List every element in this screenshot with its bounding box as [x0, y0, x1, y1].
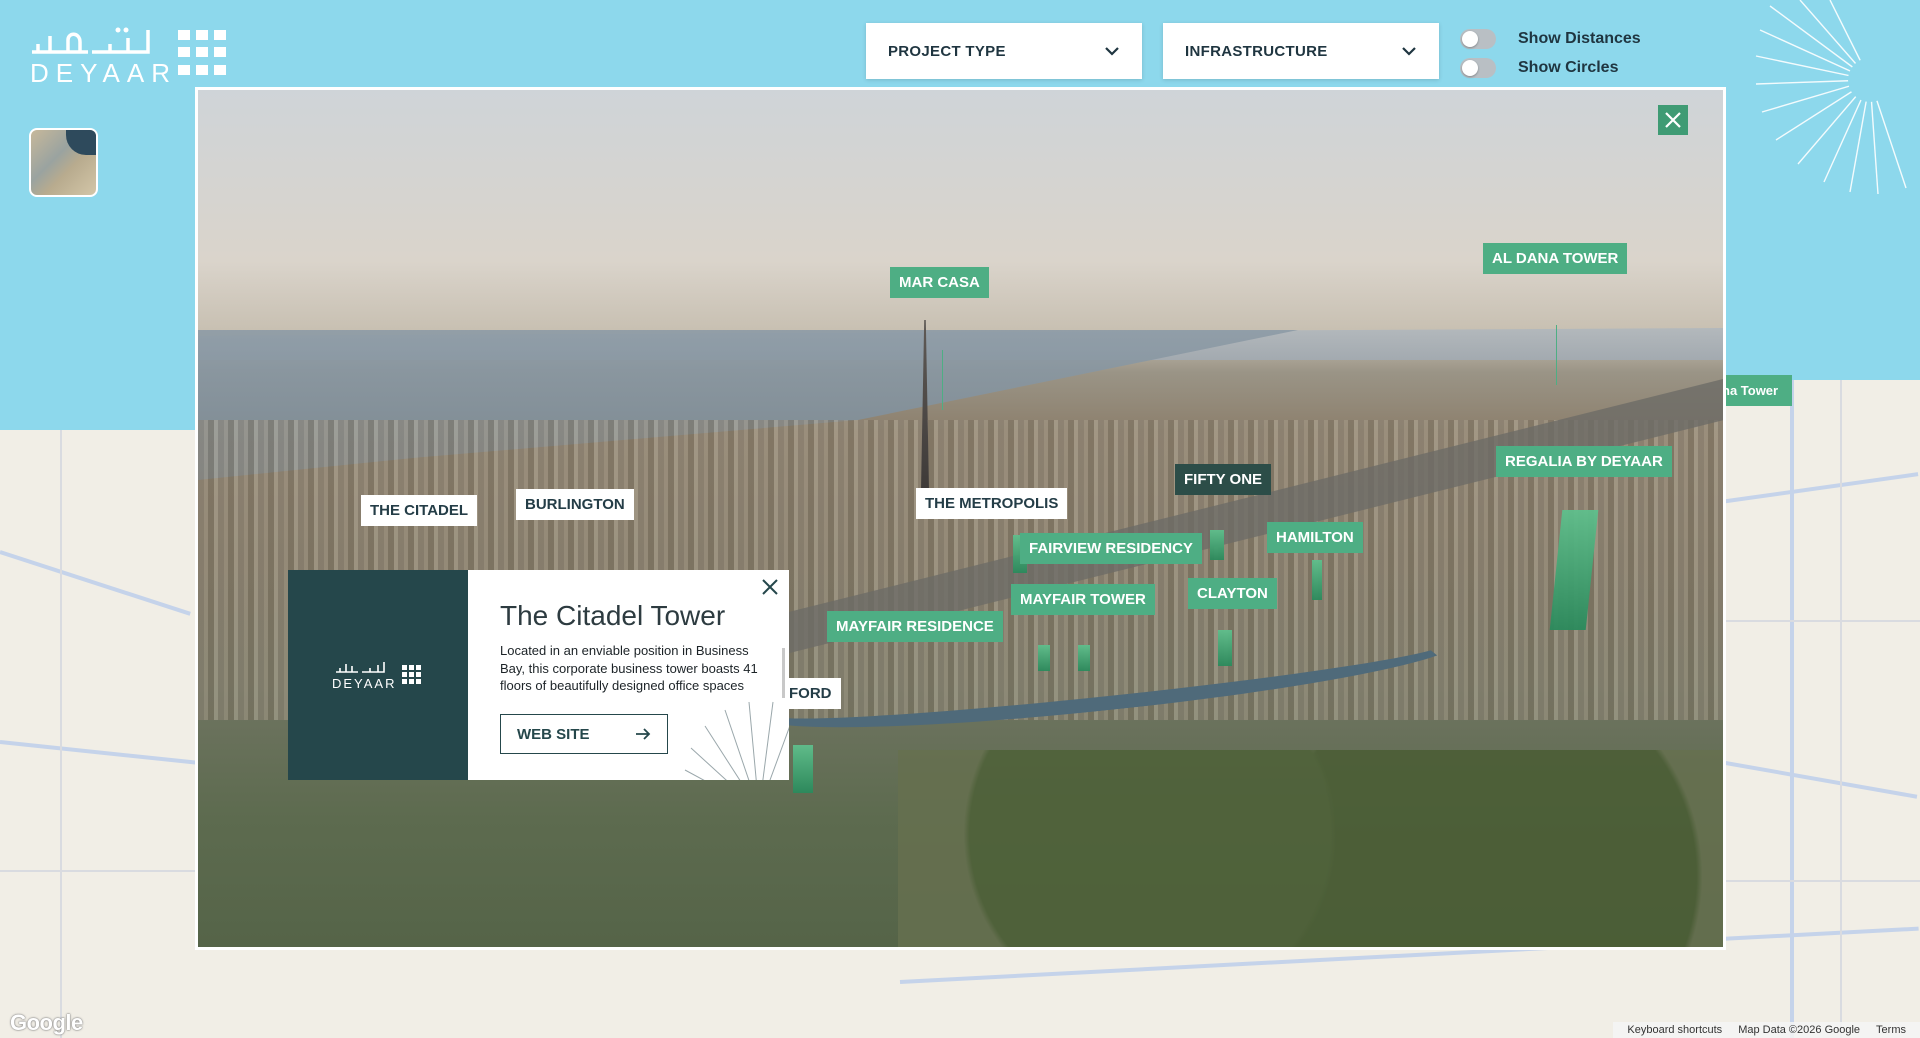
highlighted-tower [1312, 560, 1322, 600]
aerial-view-modal: MAR CASA AL DANA TOWER REGALIA BY DEYAAR… [195, 87, 1726, 950]
highlighted-tower [1078, 645, 1090, 671]
tag-fifty-one[interactable]: FIFTY ONE [1175, 464, 1272, 495]
tag-regalia[interactable]: REGALIA BY DEYAAR [1496, 446, 1672, 477]
map-road [1720, 620, 1920, 622]
logo-text: DEYAAR [30, 58, 177, 88]
toggle-label: Show Circles [1518, 59, 1619, 76]
logo-grid-icon [402, 665, 421, 684]
close-modal-button[interactable] [1658, 105, 1688, 135]
highlighted-tower [793, 745, 813, 793]
show-distances-toggle[interactable] [1460, 29, 1496, 49]
info-card-scrollbar[interactable] [782, 648, 785, 698]
map-land [0, 430, 200, 1038]
infrastructure-dropdown[interactable]: INFRASTRUCTURE [1163, 23, 1439, 79]
highlighted-tower [1218, 630, 1232, 666]
tag-ford[interactable]: FORD [780, 678, 841, 709]
map-road [0, 870, 200, 872]
terms-link[interactable]: Terms [1876, 1024, 1906, 1036]
tag-al-dana-tower[interactable]: AL DANA TOWER [1483, 243, 1628, 274]
tag-burlington[interactable]: BURLINGTON [516, 489, 634, 520]
dropdown-label: INFRASTRUCTURE [1185, 42, 1328, 60]
sunburst-decoration-icon [684, 701, 789, 780]
chevron-down-icon [1105, 47, 1119, 56]
highlighted-tower [1210, 530, 1224, 560]
map-footer: Keyboard shortcuts Map Data ©2026 Google… [1613, 1022, 1920, 1038]
info-card-body: The Citadel Tower Located in an enviable… [468, 570, 789, 780]
close-icon [1665, 112, 1681, 128]
map-tag-dana-tower[interactable]: na Tower [1718, 375, 1793, 406]
deyaar-arabic-logo-icon [32, 27, 150, 54]
map-road [1840, 380, 1842, 1038]
keyboard-shortcuts-link[interactable]: Keyboard shortcuts [1627, 1024, 1722, 1036]
aerial-image: MAR CASA AL DANA TOWER REGALIA BY DEYAAR… [198, 90, 1723, 947]
deyaar-logo[interactable]: DEYAAR [28, 22, 233, 88]
tag-fairview-residency[interactable]: FAIRVIEW RESIDENCY [1020, 533, 1202, 564]
tag-pointer [1556, 325, 1557, 385]
toggle-label: Show Distances [1518, 30, 1641, 47]
tag-mayfair-tower[interactable]: MAYFAIR TOWER [1011, 584, 1155, 615]
tag-mayfair-residence[interactable]: MAYFAIR RESIDENCE [827, 611, 1003, 642]
project-info-card: DEYAAR The Citadel Tower Located in an e… [288, 570, 789, 780]
website-button-label: WEB SITE [517, 725, 590, 743]
map-road [1720, 880, 1920, 882]
show-circles-row: Show Circles [1460, 56, 1618, 80]
website-button[interactable]: WEB SITE [500, 714, 668, 754]
google-logo: Google [10, 1010, 83, 1035]
highlighted-tower [1038, 645, 1050, 671]
info-card-logo-text: DEYAAR [332, 676, 397, 691]
logo-grid-icon [178, 30, 230, 76]
satellite-view-toggle[interactable] [29, 128, 98, 197]
map-data-attribution: Map Data ©2026 Google [1738, 1024, 1861, 1036]
map-road [1790, 380, 1794, 1038]
arrow-right-icon [636, 728, 651, 740]
dropdown-label: PROJECT TYPE [888, 42, 1006, 60]
tag-the-metropolis[interactable]: THE METROPOLIS [916, 488, 1068, 519]
tag-mar-casa[interactable]: MAR CASA [890, 267, 989, 298]
show-circles-toggle[interactable] [1460, 58, 1496, 78]
aerial-greenery [898, 750, 1723, 947]
show-distances-row: Show Distances [1460, 27, 1641, 51]
tag-clayton[interactable]: CLAYTON [1188, 578, 1277, 609]
project-type-dropdown[interactable]: PROJECT TYPE [866, 23, 1142, 79]
map-road [60, 430, 62, 1038]
info-card-logo: DEYAAR [288, 570, 468, 780]
info-card-title: The Citadel Tower [500, 600, 726, 631]
tag-pointer [942, 350, 943, 410]
tag-the-citadel[interactable]: THE CITADEL [361, 495, 478, 526]
tag-hamilton[interactable]: HAMILTON [1267, 522, 1363, 553]
close-icon[interactable] [759, 576, 781, 598]
chevron-down-icon [1402, 47, 1416, 56]
deyaar-arabic-logo-icon [336, 662, 385, 673]
info-card-description[interactable]: Located in an enviable position in Busin… [500, 642, 777, 698]
sunburst-decoration-icon [1755, 0, 1907, 195]
satellite-water [66, 130, 96, 155]
